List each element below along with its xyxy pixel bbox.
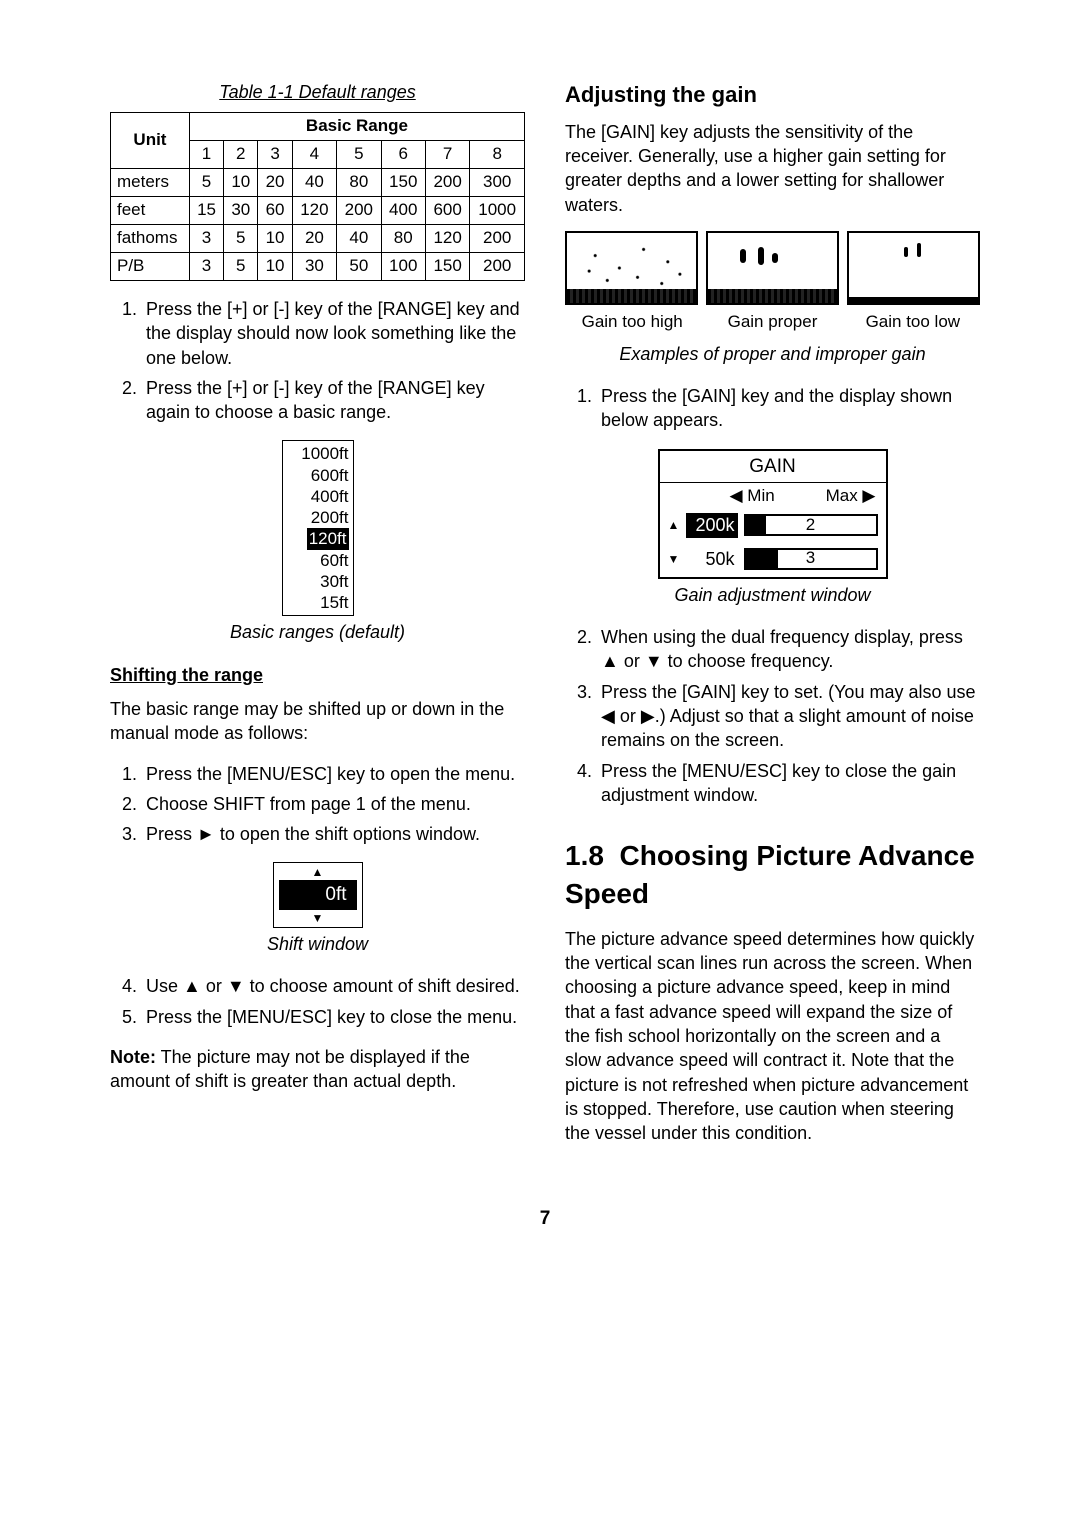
list-item: Press ► to open the shift options window… — [142, 822, 525, 846]
note-text: The picture may not be displayed if the … — [110, 1047, 470, 1091]
gain-too-high-icon — [565, 231, 698, 305]
list-item: Press the [+] or [-] key of the [RANGE] … — [142, 297, 525, 370]
freq-200k: 200k — [686, 513, 738, 537]
gain-example-icons — [565, 231, 980, 305]
down-arrow-icon: ▼ — [279, 912, 357, 924]
range-caption: Basic ranges (default) — [110, 620, 525, 644]
gain-intro: The [GAIN] key adjusts the sensitivity o… — [565, 120, 980, 217]
section-1-8-text: The picture advance speed determines how… — [565, 927, 980, 1146]
gain-adjustment-window: GAIN ◀ Min Max ▶ ▲ 200k 2 ▼ 50k 3 — [658, 449, 888, 579]
adjusting-gain-heading: Adjusting the gain — [565, 80, 980, 110]
table-row: meters 510204080150200300 — [111, 169, 525, 197]
shift-intro: The basic range may be shifted up or dow… — [110, 697, 525, 746]
gain-proper-icon — [706, 231, 839, 305]
down-triangle-icon: ▼ — [668, 551, 680, 567]
freq-50k: 50k — [686, 547, 738, 571]
shift-window-figure: ▲ 0ft ▼ — [273, 862, 363, 928]
steps-press-range: Press the [+] or [-] key of the [RANGE] … — [110, 297, 525, 424]
unit-header: Unit — [111, 113, 190, 169]
gain-window-title: GAIN — [660, 451, 886, 484]
table-row: feet 1530601202004006001000 — [111, 197, 525, 225]
gain-example-caption: Examples of proper and improper gain — [565, 342, 980, 366]
default-ranges-table: Unit Basic Range 1 2 3 4 5 6 7 8 meters … — [110, 112, 525, 281]
shift-heading: Shifting the range — [110, 663, 525, 687]
gain-labels: Gain too high Gain proper Gain too low — [565, 311, 980, 334]
table-caption: Table 1-1 Default ranges — [110, 80, 525, 104]
table-row: fathoms 3510204080120200 — [111, 225, 525, 253]
gain-too-low-icon — [847, 231, 980, 305]
page-number: 7 — [110, 1206, 980, 1232]
shift-steps-1: Press the [MENU/ESC] key to open the men… — [110, 762, 525, 847]
list-item: Press the [MENU/ESC] key to close the me… — [142, 1005, 525, 1029]
gain-steps-2: When using the dual frequency display, p… — [565, 625, 980, 807]
note-label: Note: — [110, 1047, 156, 1067]
shift-caption: Shift window — [110, 932, 525, 956]
up-triangle-icon: ▲ — [668, 517, 680, 533]
min-label: ◀ Min — [730, 485, 826, 508]
list-item: Use ▲ or ▼ to choose amount of shift des… — [142, 974, 525, 998]
list-item: Press the [GAIN] key to set. (You may al… — [597, 680, 980, 753]
shift-steps-2: Use ▲ or ▼ to choose amount of shift des… — [110, 974, 525, 1029]
list-item: Press the [GAIN] key and the display sho… — [597, 384, 980, 433]
max-label: Max ▶ — [826, 485, 876, 508]
basic-range-header: Basic Range — [189, 113, 524, 141]
list-item: When using the dual frequency display, p… — [597, 625, 980, 674]
up-arrow-icon: ▲ — [279, 866, 357, 878]
list-item: Choose SHIFT from page 1 of the menu. — [142, 792, 525, 816]
basic-range-list: 1000ft 600ft 400ft 200ft 120ft 60ft 30ft… — [282, 440, 354, 616]
list-item: Press the [MENU/ESC] key to open the men… — [142, 762, 525, 786]
table-row: P/B 35103050100150200 — [111, 252, 525, 280]
list-item: Press the [+] or [-] key of the [RANGE] … — [142, 376, 525, 425]
section-1-8-heading: 1.8 Choosing Picture Advance Speed — [565, 837, 980, 913]
gain-window-caption: Gain adjustment window — [565, 583, 980, 607]
shift-value: 0ft — [279, 880, 357, 910]
selected-range: 120ft — [307, 528, 349, 549]
note-paragraph: Note: The picture may not be displayed i… — [110, 1045, 525, 1094]
gain-row-200k: ▲ 200k 2 — [660, 510, 886, 543]
list-item: Press the [MENU/ESC] key to close the ga… — [597, 759, 980, 808]
gain-row-50k: ▼ 50k 3 — [660, 544, 886, 577]
gain-steps-1: Press the [GAIN] key and the display sho… — [565, 384, 980, 433]
